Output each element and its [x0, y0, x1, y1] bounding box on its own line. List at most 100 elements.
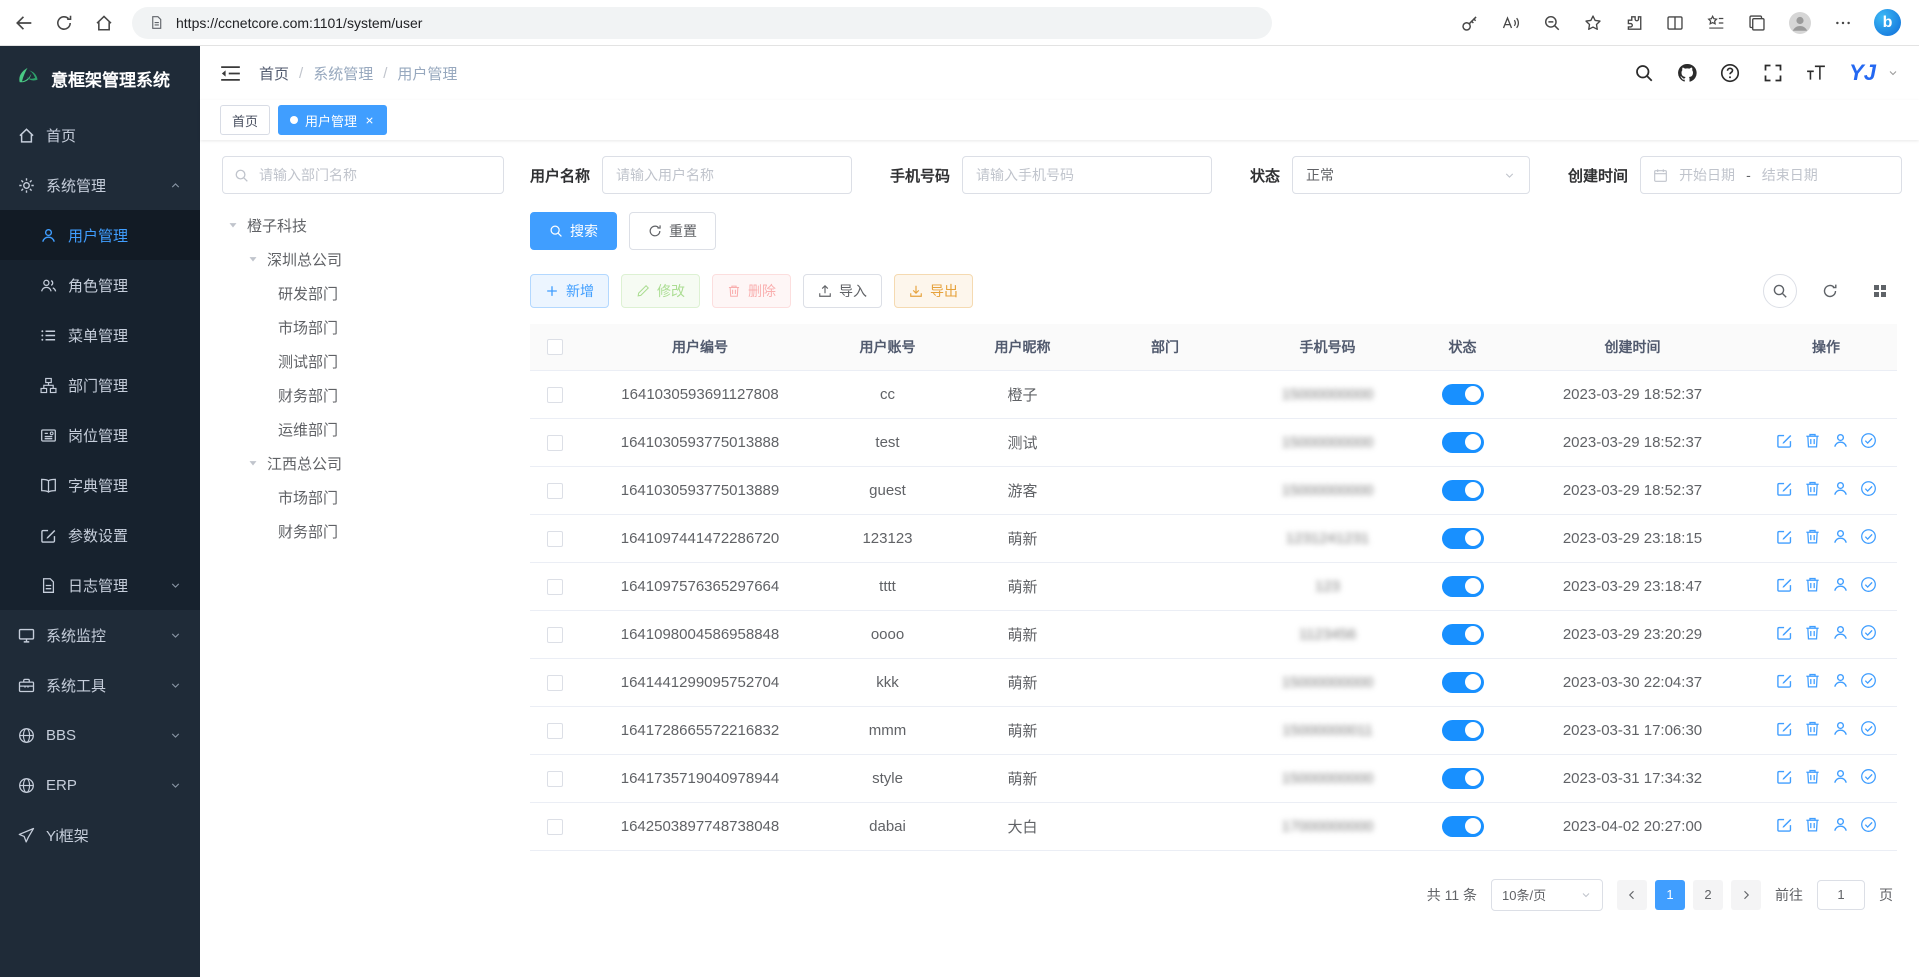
approve-row-icon[interactable]	[1860, 576, 1877, 593]
edit-row-icon[interactable]	[1776, 576, 1793, 593]
tree-node-2[interactable]: 研发部门	[222, 276, 504, 310]
dept-search-input[interactable]	[257, 166, 492, 184]
tab-user-mgmt[interactable]: 用户管理	[278, 105, 387, 135]
delete-row-icon[interactable]	[1804, 528, 1821, 545]
favorites-icon[interactable]	[1583, 13, 1603, 33]
tree-node-3[interactable]: 市场部门	[222, 310, 504, 344]
edit-row-icon[interactable]	[1776, 624, 1793, 641]
approve-row-icon[interactable]	[1860, 720, 1877, 737]
approve-row-icon[interactable]	[1860, 672, 1877, 689]
user-row-icon[interactable]	[1832, 576, 1849, 593]
sidebar-item-monitor[interactable]: 系统监控	[0, 610, 200, 660]
user-row-icon[interactable]	[1832, 816, 1849, 833]
chevron-down-icon[interactable]	[1887, 67, 1899, 79]
phone-input[interactable]	[962, 156, 1212, 194]
read-aloud-icon[interactable]	[1501, 13, 1521, 33]
reset-button[interactable]: 重置	[629, 212, 716, 250]
more-icon[interactable]	[1833, 13, 1853, 33]
zoom-icon[interactable]	[1542, 13, 1562, 33]
status-toggle[interactable]	[1442, 480, 1484, 501]
sidebar-item-log[interactable]: 日志管理	[0, 560, 200, 610]
sidebar-item-user[interactable]: 用户管理	[0, 210, 200, 260]
row-checkbox[interactable]	[547, 387, 563, 403]
address-bar[interactable]: https://ccnetcore.com:1101/system/user	[132, 7, 1272, 39]
page-size-select[interactable]: 10条/页	[1491, 879, 1603, 911]
sidebar-item-bbs[interactable]: BBS	[0, 710, 200, 760]
row-checkbox[interactable]	[547, 531, 563, 547]
delete-row-icon[interactable]	[1804, 624, 1821, 641]
status-toggle[interactable]	[1442, 576, 1484, 597]
bing-icon[interactable]: b	[1874, 9, 1901, 36]
sidebar-item-post[interactable]: 岗位管理	[0, 410, 200, 460]
edit-row-icon[interactable]	[1776, 672, 1793, 689]
row-checkbox[interactable]	[547, 579, 563, 595]
tree-node-7[interactable]: 江西总公司	[222, 446, 504, 480]
breadcrumb-item-0[interactable]: 首页	[259, 63, 289, 84]
tree-node-8[interactable]: 市场部门	[222, 480, 504, 514]
user-row-icon[interactable]	[1832, 672, 1849, 689]
grid-icon[interactable]	[1863, 274, 1897, 308]
row-checkbox[interactable]	[547, 483, 563, 499]
search-icon[interactable]	[1763, 274, 1797, 308]
delete-row-icon[interactable]	[1804, 576, 1821, 593]
user-row-icon[interactable]	[1832, 768, 1849, 785]
row-checkbox[interactable]	[547, 435, 563, 451]
tree-node-9[interactable]: 财务部门	[222, 514, 504, 548]
extensions-icon[interactable]	[1624, 13, 1644, 33]
sidebar-item-home[interactable]: 首页	[0, 110, 200, 160]
export-button[interactable]: 导出	[894, 274, 973, 308]
tab-home[interactable]: 首页	[220, 105, 270, 135]
favorites-bar-icon[interactable]	[1706, 13, 1726, 33]
approve-row-icon[interactable]	[1860, 624, 1877, 641]
date-range-picker[interactable]: 开始日期 - 结束日期	[1640, 156, 1902, 194]
status-toggle[interactable]	[1442, 384, 1484, 405]
breadcrumb-item-2[interactable]: 用户管理	[397, 63, 457, 84]
search-button[interactable]: 搜索	[530, 212, 617, 250]
edit-row-icon[interactable]	[1776, 720, 1793, 737]
select-all-checkbox[interactable]	[547, 339, 563, 355]
tree-expand-icon[interactable]	[246, 252, 260, 266]
delete-row-icon[interactable]	[1804, 768, 1821, 785]
refresh-icon[interactable]	[54, 13, 74, 33]
tree-node-5[interactable]: 财务部门	[222, 378, 504, 412]
split-screen-icon[interactable]	[1665, 13, 1685, 33]
status-toggle[interactable]	[1442, 672, 1484, 693]
next-page-button[interactable]	[1731, 880, 1761, 910]
row-checkbox[interactable]	[547, 627, 563, 643]
site-info-icon[interactable]	[146, 13, 166, 33]
goto-page-input[interactable]	[1817, 880, 1865, 910]
user-avatar-logo[interactable]: YJ	[1849, 60, 1876, 86]
tree-node-0[interactable]: 橙子科技	[222, 208, 504, 242]
edit-row-icon[interactable]	[1776, 768, 1793, 785]
username-input[interactable]	[602, 156, 852, 194]
status-toggle[interactable]	[1442, 816, 1484, 837]
status-toggle[interactable]	[1442, 528, 1484, 549]
tree-node-4[interactable]: 测试部门	[222, 344, 504, 378]
edit-row-icon[interactable]	[1776, 432, 1793, 449]
delete-row-icon[interactable]	[1804, 720, 1821, 737]
user-row-icon[interactable]	[1832, 624, 1849, 641]
page-2-button[interactable]: 2	[1693, 880, 1723, 910]
edit-row-icon[interactable]	[1776, 816, 1793, 833]
home-icon[interactable]	[94, 13, 114, 33]
approve-row-icon[interactable]	[1860, 432, 1877, 449]
approve-row-icon[interactable]	[1860, 480, 1877, 497]
delete-row-icon[interactable]	[1804, 432, 1821, 449]
row-checkbox[interactable]	[547, 675, 563, 691]
sidebar-item-erp[interactable]: ERP	[0, 760, 200, 810]
user-row-icon[interactable]	[1832, 432, 1849, 449]
tree-expand-icon[interactable]	[246, 456, 260, 470]
user-row-icon[interactable]	[1832, 720, 1849, 737]
edit-row-icon[interactable]	[1776, 480, 1793, 497]
delete-row-icon[interactable]	[1804, 480, 1821, 497]
row-checkbox[interactable]	[547, 819, 563, 835]
collections-icon[interactable]	[1747, 13, 1767, 33]
row-checkbox[interactable]	[547, 723, 563, 739]
edit-row-icon[interactable]	[1776, 528, 1793, 545]
sidebar-item-menu[interactable]: 菜单管理	[0, 310, 200, 360]
delete-row-icon[interactable]	[1804, 672, 1821, 689]
sidebar-item-yi[interactable]: Yi框架	[0, 810, 200, 860]
breadcrumb-item-1[interactable]: 系统管理	[313, 63, 373, 84]
approve-row-icon[interactable]	[1860, 768, 1877, 785]
add-button[interactable]: 新增	[530, 274, 609, 308]
